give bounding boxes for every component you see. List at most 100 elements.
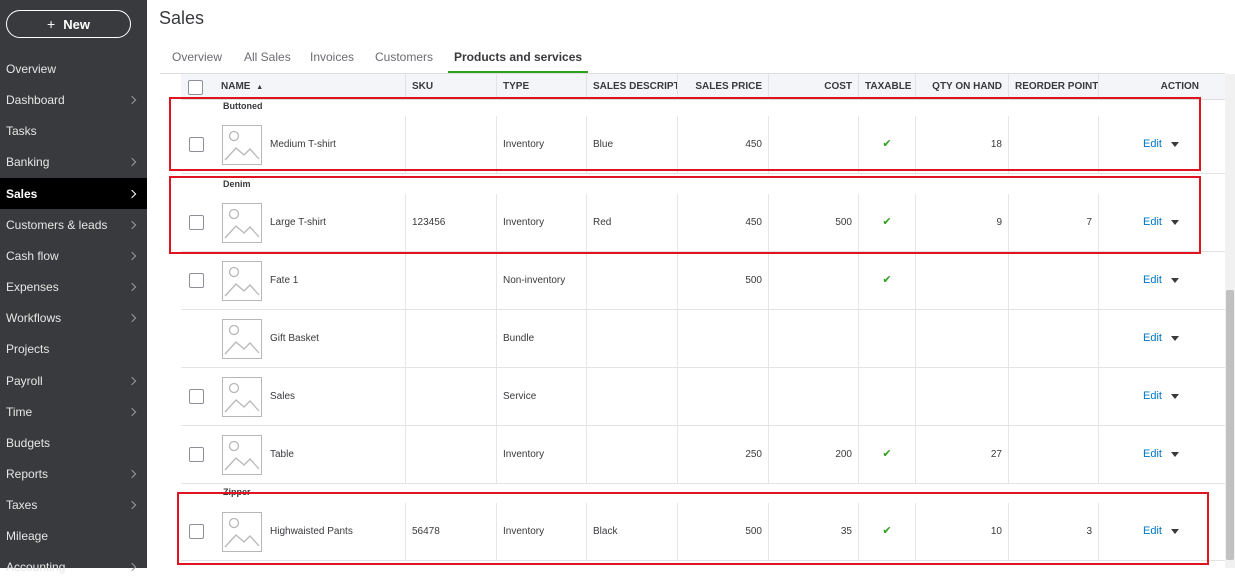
sidebar-item-label: Accounting [6,559,66,574]
caret-down-icon[interactable] [1171,278,1179,283]
new-button[interactable]: + New [6,10,131,38]
chevron-right-icon [127,189,137,198]
product-name[interactable]: Medium T-shirt [270,116,336,173]
sidebar-item-time[interactable]: Time [0,396,147,427]
column-header-name[interactable]: NAME ▲ [215,74,405,100]
chevron-right-icon [127,251,137,260]
tab-customers[interactable]: Customers [375,50,433,74]
chevron-right-icon [127,376,137,385]
image-placeholder-icon [222,377,262,417]
select-all-checkbox[interactable] [188,80,203,95]
tab-products-and-services[interactable]: Products and services [448,50,589,74]
edit-link[interactable]: Edit [1143,368,1162,425]
cell-sales-price: 500 [677,252,768,309]
sidebar-item-overview[interactable]: Overview [0,53,147,84]
product-name[interactable]: Gift Basket [270,310,319,367]
tab-invoices[interactable]: Invoices [310,50,354,74]
row-checkbox[interactable] [189,137,204,152]
caret-down-icon[interactable] [1171,452,1179,457]
sidebar-item-label: Taxes [6,497,38,512]
cell-cost: 500 [768,194,858,251]
tab-all-sales[interactable]: All Sales [244,50,291,74]
cell-description [586,252,677,309]
page-title: Sales [159,8,205,28]
sidebar-item-tasks[interactable]: Tasks [0,115,147,146]
product-name[interactable]: Highwaisted Pants [270,503,353,560]
row-checkbox[interactable] [189,389,204,404]
edit-link[interactable]: Edit [1143,426,1162,483]
column-header-type[interactable]: TYPE [496,74,586,100]
column-header-sales-price[interactable]: SALES PRICE [677,74,768,100]
table-row[interactable]: Fate 1 Non-inventory 500 ✔ Edit [181,252,1225,310]
caret-down-icon[interactable] [1171,336,1179,341]
product-name[interactable]: Fate 1 [270,252,298,309]
sidebar-item-label: Reports [6,466,49,481]
column-header-sales-description[interactable]: SALES DESCRIPTION [586,74,677,100]
chevron-right-icon [127,500,137,509]
product-name[interactable]: Large T-shirt [270,194,326,251]
checkmark-icon: ✔ [858,116,915,173]
cell-cost [768,252,858,309]
edit-link[interactable]: Edit [1143,194,1162,251]
sidebar-item-cash-flow[interactable]: Cash flow [0,240,147,271]
table-row[interactable]: Large T-shirt 123456 Inventory Red 450 5… [181,194,1225,252]
column-header-reorder-point[interactable]: REORDER POINT [1008,74,1098,100]
sidebar-item-label: Expenses [6,279,59,294]
cell-description [586,368,677,425]
image-placeholder-icon [222,203,262,243]
cell-type: Bundle [496,310,586,367]
product-name[interactable]: Table [270,426,294,483]
chevron-right-icon [127,95,137,104]
cell-sku [405,252,496,309]
row-checkbox[interactable] [189,447,204,462]
product-name[interactable]: Sales [270,368,295,425]
sidebar-item-expenses[interactable]: Expenses [0,271,147,302]
sidebar-item-banking[interactable]: Banking [0,146,147,177]
cell-sku [405,368,496,425]
image-placeholder-icon [222,319,262,359]
caret-down-icon[interactable] [1171,142,1179,147]
sidebar-item-taxes[interactable]: Taxes [0,489,147,520]
edit-link[interactable]: Edit [1143,252,1162,309]
cell-cost [768,310,858,367]
row-checkbox[interactable] [189,215,204,230]
table-row[interactable]: Highwaisted Pants 56478 Inventory Black … [181,503,1225,561]
caret-down-icon[interactable] [1171,529,1179,534]
edit-link[interactable]: Edit [1143,116,1162,173]
sidebar-item-projects[interactable]: Projects [0,333,147,364]
column-header-sku[interactable]: SKU [405,74,495,100]
row-checkbox[interactable] [189,524,204,539]
sidebar-item-label: Time [6,404,33,419]
sidebar-item-sales[interactable]: Sales [0,178,147,209]
column-header-cost[interactable]: COST [768,74,858,100]
group-label-denim: Denim [223,179,251,189]
column-header-taxable[interactable]: TAXABLE [858,74,915,100]
caret-down-icon[interactable] [1171,394,1179,399]
column-header-qty-on-hand[interactable]: QTY ON HAND [915,74,1008,100]
sidebar-item-reports[interactable]: Reports [0,458,147,489]
sidebar-item-mileage[interactable]: Mileage [0,520,147,551]
sidebar-item-dashboard[interactable]: Dashboard [0,84,147,115]
tab-overview[interactable]: Overview [172,50,222,74]
plus-icon: + [47,16,56,32]
cell-type: Inventory [496,194,586,251]
sidebar-item-accounting[interactable]: Accounting [0,551,147,582]
sidebar-item-customers-leads[interactable]: Customers & leads [0,209,147,240]
cell-reorder-point [1008,368,1098,425]
table-row[interactable]: Medium T-shirt Inventory Blue 450 ✔ 18 E… [181,116,1225,174]
sidebar-item-payroll[interactable]: Payroll [0,365,147,396]
sidebar-item-budgets[interactable]: Budgets [0,427,147,458]
sidebar: + New Overview Dashboard Tasks Banking S… [0,0,147,574]
edit-link[interactable]: Edit [1143,310,1162,367]
cell-sku: 123456 [405,194,496,251]
column-header-action: ACTION [1098,74,1205,100]
table-row[interactable]: Sales Service Edit [181,368,1225,426]
group-label-zipper: Zipper [223,487,251,497]
caret-down-icon[interactable] [1171,220,1179,225]
sidebar-item-workflows[interactable]: Workflows [0,302,147,333]
edit-link[interactable]: Edit [1143,503,1162,560]
row-checkbox[interactable] [189,273,204,288]
vertical-scrollbar-thumb[interactable] [1226,290,1234,560]
table-row[interactable]: Gift Basket Bundle Edit [181,310,1225,368]
table-row[interactable]: Table Inventory 250 200 ✔ 27 Edit [181,426,1225,484]
